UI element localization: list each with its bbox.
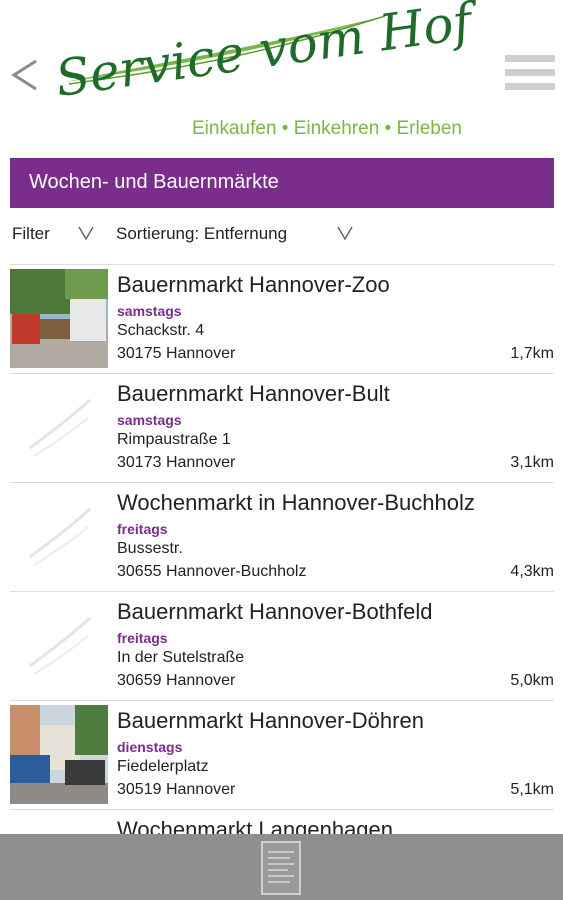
market-distance: 5,1km bbox=[510, 781, 554, 798]
list-item[interactable]: Wochenmarkt in Hannover-Buchholz freitag… bbox=[10, 483, 554, 592]
market-distance: 1,7km bbox=[510, 345, 554, 362]
market-street: Schackstr. 4 bbox=[117, 322, 205, 339]
logo-tagline: Einkaufen • Einkehren • Erleben bbox=[192, 118, 462, 139]
market-day: freitags bbox=[117, 630, 168, 646]
chevron-down-icon[interactable] bbox=[337, 226, 353, 240]
market-day: samstags bbox=[117, 303, 182, 319]
market-city: 30519 Hannover bbox=[117, 781, 236, 798]
filter-row: Filter Sortierung: Entfernung bbox=[0, 218, 563, 254]
placeholder-logo-icon bbox=[10, 378, 108, 477]
market-name: Bauernmarkt Hannover-Bothfeld bbox=[117, 599, 433, 624]
market-street: Bussestr. bbox=[117, 540, 183, 557]
list-item[interactable]: Bauernmarkt Hannover-Döhren dienstags Fi… bbox=[10, 701, 554, 810]
chevron-left-icon bbox=[11, 59, 37, 91]
market-name: Bauernmarkt Hannover-Döhren bbox=[117, 708, 424, 733]
bottom-bar bbox=[0, 834, 563, 900]
market-street: In der Sutelstraße bbox=[117, 649, 245, 666]
document-list-button[interactable] bbox=[260, 840, 302, 896]
page-title: Wochen- und Bauernmärkte bbox=[29, 171, 279, 193]
market-distance: 4,3km bbox=[510, 563, 554, 580]
app-header: Service vom Hof Einkaufen • Einkehren • … bbox=[0, 0, 563, 150]
sort-label: Sortierung: Entfernung bbox=[116, 224, 288, 243]
back-button[interactable] bbox=[8, 55, 44, 95]
list-item[interactable]: Bauernmarkt Hannover-Zoo samstags Schack… bbox=[10, 265, 554, 374]
market-day: dienstags bbox=[117, 739, 183, 755]
list-item[interactable]: Bauernmarkt Hannover-Bothfeld freitags I… bbox=[10, 592, 554, 701]
market-day: samstags bbox=[117, 412, 182, 428]
section-title-bar: Wochen- und Bauernmärkte bbox=[10, 158, 554, 208]
market-photo bbox=[10, 705, 108, 804]
filter-label: Filter bbox=[12, 224, 50, 243]
hamburger-menu-icon-line bbox=[505, 69, 555, 76]
market-street: Rimpaustraße 1 bbox=[117, 431, 231, 448]
filter-dropdown[interactable]: Filter bbox=[12, 224, 50, 244]
sort-dropdown[interactable]: Sortierung: Entfernung bbox=[116, 224, 287, 244]
market-photo bbox=[10, 269, 108, 368]
menu-button[interactable] bbox=[505, 55, 555, 97]
market-street: Fiedelerplatz bbox=[117, 758, 209, 775]
market-city: 30655 Hannover-Buchholz bbox=[117, 563, 307, 580]
market-city: 30173 Hannover bbox=[117, 454, 236, 471]
hamburger-menu-icon bbox=[505, 55, 555, 62]
market-name: Bauernmarkt Hannover-Zoo bbox=[117, 272, 390, 297]
market-distance: 5,0km bbox=[510, 672, 554, 689]
service-vom-hof-logo: Service vom Hof Einkaufen • Einkehren • … bbox=[52, 0, 495, 145]
market-city: 30659 Hannover bbox=[117, 672, 236, 689]
market-name: Wochenmarkt in Hannover-Buchholz bbox=[117, 490, 475, 515]
market-name: Bauernmarkt Hannover-Bult bbox=[117, 381, 390, 406]
hamburger-menu-icon-line bbox=[505, 83, 555, 90]
placeholder-logo-icon bbox=[10, 487, 108, 586]
market-day: freitags bbox=[117, 521, 168, 537]
document-list-icon bbox=[261, 841, 301, 895]
chevron-down-icon[interactable] bbox=[78, 226, 94, 240]
list-item[interactable]: Bauernmarkt Hannover-Bult samstags Rimpa… bbox=[10, 374, 554, 483]
placeholder-logo-icon bbox=[10, 596, 108, 695]
market-city: 30175 Hannover bbox=[117, 345, 236, 362]
market-distance: 3,1km bbox=[510, 454, 554, 471]
